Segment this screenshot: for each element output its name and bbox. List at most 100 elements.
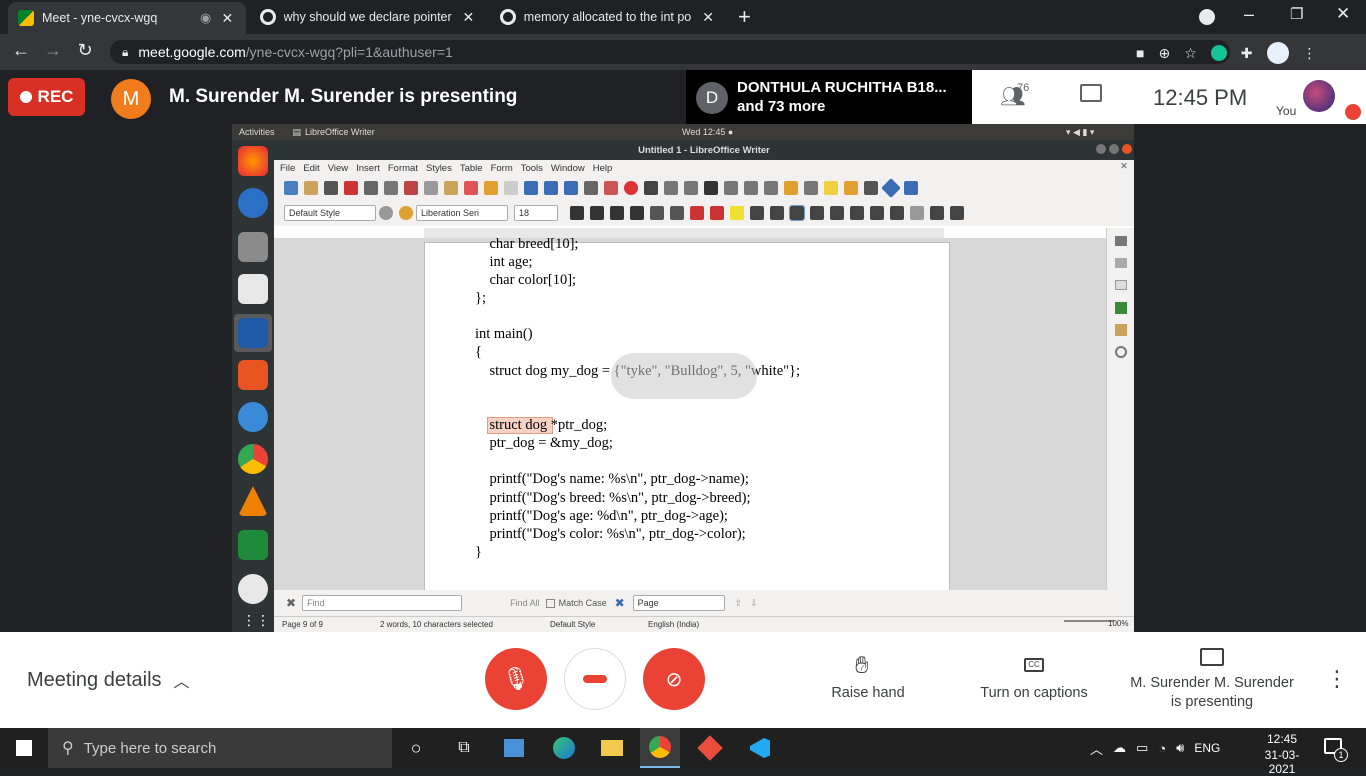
language-indicator[interactable]: ENG bbox=[1194, 741, 1220, 755]
menu-kebab-icon[interactable]: ⋮ bbox=[1303, 45, 1317, 62]
battery-icon[interactable]: ▭ bbox=[1136, 740, 1148, 756]
menu-format[interactable]: Format bbox=[388, 163, 418, 174]
footnote-icon[interactable] bbox=[744, 181, 758, 195]
zoom-icon[interactable]: ⊕ bbox=[1158, 45, 1170, 62]
close-document-icon[interactable]: ✕ bbox=[1120, 161, 1128, 172]
cross-reference-icon[interactable] bbox=[804, 181, 818, 195]
decrease-paragraph-spacing-icon[interactable] bbox=[910, 206, 924, 220]
tray-expand-icon[interactable]: ︿ bbox=[1090, 739, 1103, 758]
git-app-icon[interactable] bbox=[690, 728, 730, 768]
extensions-icon[interactable]: ✚ bbox=[1241, 45, 1253, 62]
print-icon[interactable] bbox=[364, 181, 378, 195]
italic-icon[interactable] bbox=[590, 206, 604, 220]
reload-icon[interactable]: ↻ bbox=[72, 40, 98, 61]
endnote-icon[interactable] bbox=[764, 181, 778, 195]
redo-icon[interactable] bbox=[504, 181, 518, 195]
writer-dock-icon[interactable] bbox=[238, 318, 268, 348]
draw-functions-icon[interactable] bbox=[904, 181, 918, 195]
activities-button[interactable]: Activities bbox=[239, 127, 275, 137]
firefox-icon[interactable] bbox=[238, 146, 268, 176]
menu-form[interactable]: Form bbox=[491, 163, 513, 174]
update-style-icon[interactable] bbox=[379, 206, 393, 220]
sidebar-properties-icon[interactable] bbox=[1115, 258, 1127, 268]
writer-minimize-button[interactable] bbox=[1096, 144, 1106, 154]
insert-textbox-icon[interactable] bbox=[644, 181, 658, 195]
new-tab-button[interactable]: + bbox=[738, 4, 751, 30]
file-explorer-icon[interactable] bbox=[592, 728, 632, 768]
ubuntu-clock[interactable]: Wed 12:45 ● bbox=[682, 127, 733, 137]
camera-off-button[interactable]: ⊘ bbox=[643, 648, 705, 710]
meeting-details-button[interactable]: Meeting details ︿ bbox=[27, 668, 190, 692]
help-icon[interactable] bbox=[238, 402, 268, 432]
bookmark-star-icon[interactable]: ☆ bbox=[1184, 45, 1197, 62]
save-icon[interactable] bbox=[324, 181, 338, 195]
disks-icon[interactable] bbox=[238, 574, 268, 604]
font-color-icon[interactable] bbox=[710, 206, 724, 220]
mic-off-button[interactable]: 🎙︎ bbox=[485, 648, 547, 710]
sidebar-menu-icon[interactable] bbox=[1115, 236, 1127, 246]
strikethrough-icon[interactable] bbox=[630, 206, 644, 220]
chat-icon[interactable] bbox=[1080, 84, 1102, 102]
hyperlink-icon[interactable] bbox=[724, 181, 738, 195]
files-icon[interactable] bbox=[238, 232, 268, 262]
underline-icon[interactable] bbox=[610, 206, 624, 220]
insert-field-icon[interactable] bbox=[684, 181, 698, 195]
bullets-icon[interactable] bbox=[750, 206, 764, 220]
find-all-button[interactable]: Find All bbox=[510, 598, 540, 608]
edge-icon[interactable] bbox=[544, 728, 584, 768]
decrease-indent-icon[interactable] bbox=[950, 206, 964, 220]
highlight-icon[interactable] bbox=[730, 206, 744, 220]
vscode-icon[interactable] bbox=[740, 728, 780, 768]
open-icon[interactable] bbox=[304, 181, 318, 195]
font-size-combo[interactable]: 18 bbox=[514, 205, 558, 221]
leave-call-button[interactable] bbox=[564, 648, 626, 710]
forward-arrow-icon[interactable]: → bbox=[40, 40, 66, 61]
close-tab-icon[interactable]: ✕ bbox=[461, 9, 476, 26]
undo-icon[interactable] bbox=[484, 181, 498, 195]
close-window-button[interactable]: ✕ bbox=[1336, 4, 1350, 24]
line-spacing-icon[interactable] bbox=[870, 206, 884, 220]
match-case-checkbox[interactable] bbox=[545, 598, 555, 608]
tab-google-search-2[interactable]: memory allocated to the int poin ✕ bbox=[490, 0, 726, 34]
comment-icon[interactable] bbox=[824, 181, 838, 195]
align-left-icon[interactable] bbox=[789, 205, 805, 221]
sidebar-gallery-icon[interactable] bbox=[1115, 324, 1127, 336]
basic-shapes-icon[interactable] bbox=[881, 178, 901, 198]
track-changes-icon[interactable] bbox=[844, 181, 858, 195]
line-icon[interactable] bbox=[864, 181, 878, 195]
more-options-icon[interactable]: ⋮ bbox=[1326, 666, 1348, 692]
software-center-icon[interactable] bbox=[238, 360, 268, 390]
export-pdf-icon[interactable] bbox=[344, 181, 358, 195]
close-find-icon[interactable]: ✖ bbox=[286, 596, 296, 610]
search-scope-combo[interactable]: Page bbox=[632, 595, 725, 611]
increase-paragraph-spacing-icon[interactable] bbox=[890, 206, 904, 220]
writer-close-button[interactable] bbox=[1122, 144, 1132, 154]
menu-file[interactable]: File bbox=[280, 163, 295, 174]
start-button[interactable] bbox=[4, 728, 44, 768]
profile-avatar[interactable] bbox=[1266, 42, 1289, 64]
copy-icon[interactable] bbox=[424, 181, 438, 195]
document-page[interactable]: char breed[10]; int age; char color[10];… bbox=[424, 236, 950, 592]
insert-table-icon[interactable] bbox=[584, 181, 598, 195]
volume-icon[interactable]: 🔊︎ bbox=[1176, 740, 1184, 756]
menu-table[interactable]: Table bbox=[460, 163, 483, 174]
paste-icon[interactable] bbox=[444, 181, 458, 195]
app-menu[interactable]: LibreOffice Writer bbox=[305, 127, 375, 137]
formatting-marks-icon[interactable] bbox=[564, 181, 578, 195]
restore-button[interactable]: ❐ bbox=[1290, 5, 1303, 23]
bold-icon[interactable] bbox=[570, 206, 584, 220]
new-doc-icon[interactable] bbox=[284, 181, 298, 195]
clone-format-icon[interactable] bbox=[464, 181, 478, 195]
print-preview-icon[interactable] bbox=[384, 181, 398, 195]
back-arrow-icon[interactable]: ← bbox=[8, 40, 34, 61]
superscript-icon[interactable] bbox=[650, 206, 664, 220]
find-replace-icon[interactable]: ✖︎ bbox=[615, 596, 625, 610]
calc-icon[interactable] bbox=[238, 530, 268, 560]
numbering-icon[interactable] bbox=[770, 206, 784, 220]
find-next-icon[interactable]: ⇩ bbox=[750, 598, 758, 609]
clear-formatting-icon[interactable] bbox=[690, 206, 704, 220]
self-avatar[interactable] bbox=[1303, 80, 1335, 112]
grammarly-icon[interactable] bbox=[1210, 45, 1227, 61]
url-bar[interactable]: 🔒︎ meet.google.com /yne-cvcx-wgq?pli=1&a… bbox=[110, 40, 1230, 64]
task-view-icon[interactable]: ⧉ bbox=[444, 728, 484, 768]
